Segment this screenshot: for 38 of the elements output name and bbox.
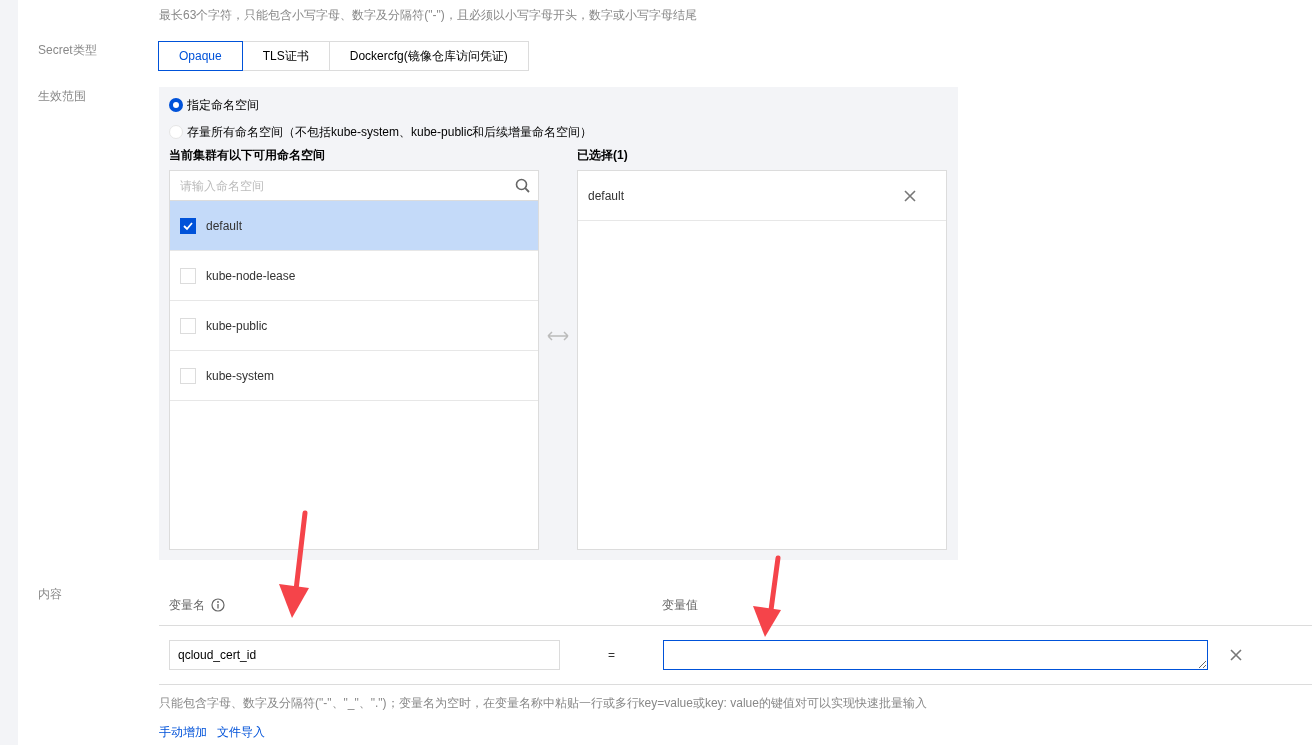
namespace-label: kube-system <box>206 368 275 383</box>
namespace-item[interactable]: kube-system <box>170 351 538 401</box>
variable-value-field[interactable] <box>663 640 1208 670</box>
variable-name-field[interactable]: qcloud_cert_id <box>169 640 560 670</box>
scope-radio[interactable]: 存量所有命名空间（不包括kube-system、kube-public和后续增量命名空间） <box>169 123 948 141</box>
list-title: 已选择(1) <box>577 147 629 163</box>
equals-sign: = <box>607 648 616 662</box>
radio-button[interactable] <box>169 98 183 112</box>
field-label: 生效范围 <box>38 89 86 103</box>
radio-label: 存量所有命名空间（不包括kube-system、kube-public和后续增量命名空间） <box>187 123 593 141</box>
search-icon[interactable] <box>515 178 530 193</box>
hint-text: 只能包含字母、数字及分隔符("-"、"_"、".")；变量名为空时，在变量名称中粘贴一行或多行key=value或key: value的键值对可以实现快速批量输入 <box>159 695 928 712</box>
namespace-label: kube-node-lease <box>206 268 296 283</box>
hint-text: 最长63个字符，只能包含小写字母、数字及分隔符("-")，且必须以小写字母开头，数字或小写字母结尾 <box>158 7 698 24</box>
namespace-item[interactable]: default <box>170 201 538 251</box>
field-label: 内容 <box>38 587 62 601</box>
close-icon[interactable] <box>1230 649 1242 661</box>
selected-namespace: default <box>588 188 625 203</box>
namespace-item[interactable]: kube-node-lease <box>170 251 538 301</box>
action-link[interactable]: 文件导入 <box>217 724 265 741</box>
namespace-item[interactable]: kube-public <box>170 301 538 351</box>
column-header: 变量名 <box>169 596 205 614</box>
namespace-label: default <box>206 218 243 233</box>
secret-type-tab[interactable]: Opaque <box>158 41 243 71</box>
secret-type-tab[interactable]: TLS证书 <box>241 41 330 71</box>
close-icon[interactable] <box>904 189 916 202</box>
secret-type-tab[interactable]: Dockercfg(镜像仓库访问凭证) <box>328 41 529 71</box>
list-title: 当前集群有以下可用命名空间 <box>169 147 326 163</box>
transfer-arrows-icon <box>547 330 569 342</box>
search-field[interactable]: 请输入命名空间 <box>180 178 515 193</box>
namespace-label: kube-public <box>206 318 268 333</box>
checkbox[interactable] <box>180 217 196 234</box>
radio-label: 指定命名空间 <box>187 96 259 114</box>
action-link[interactable]: 手动增加 <box>159 724 207 741</box>
field-label: Secret类型 <box>38 43 97 57</box>
scope-radio[interactable]: 指定命名空间 <box>169 96 948 114</box>
column-header: 变量值 <box>662 596 698 614</box>
info-icon[interactable] <box>211 598 225 612</box>
